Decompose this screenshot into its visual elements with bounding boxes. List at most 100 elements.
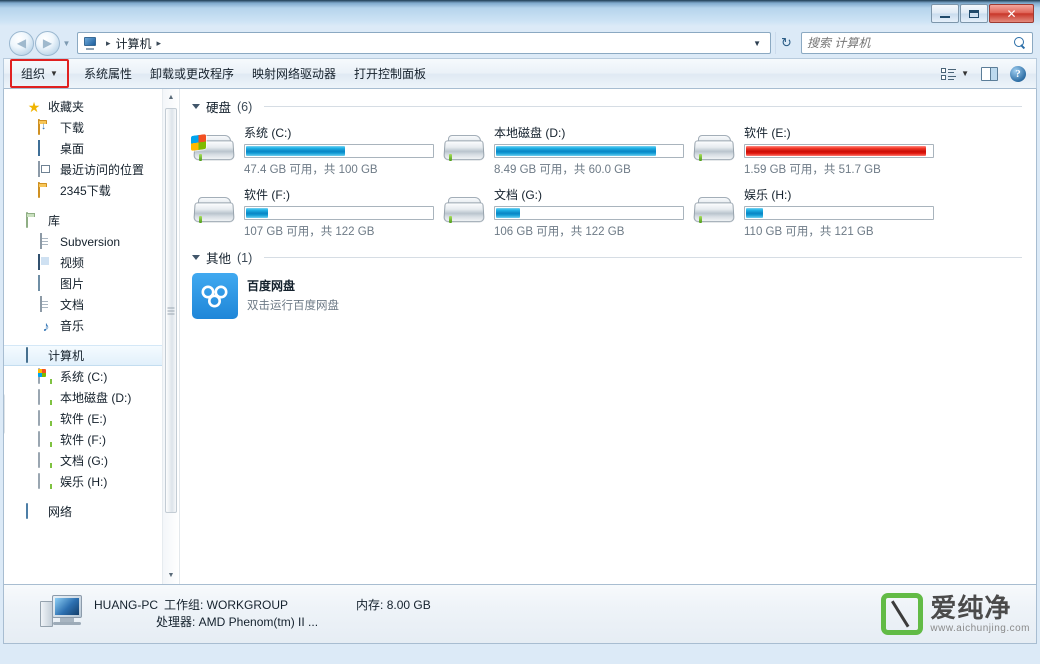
drive-usage-fill-g xyxy=(496,208,521,218)
pane-splitter-handle[interactable] xyxy=(4,394,5,434)
drive-item-f[interactable]: 软件 (F:) 107 GB 可用，共 122 GB xyxy=(190,184,440,238)
sidebar-label-drive-c: 系统 (C:) xyxy=(60,370,108,384)
sidebar-item-documents[interactable]: 文档 xyxy=(4,294,179,315)
sidebar-item-drive-f[interactable]: 软件 (F:) xyxy=(4,429,179,450)
sidebar-item-libraries[interactable]: 库 xyxy=(4,210,179,231)
sidebar-item-recent-places[interactable]: 最近访问的位置 xyxy=(4,159,179,180)
hdd-icon xyxy=(38,430,54,448)
sidebar-item-videos[interactable]: 视频 xyxy=(4,252,179,273)
drive-item-g[interactable]: 文档 (G:) 106 GB 可用，共 122 GB xyxy=(440,184,690,238)
command-toolbar: 组织 ▼ 系统属性 卸载或更改程序 映射网络驱动器 打开控制面板 ▼ ? xyxy=(3,58,1037,89)
baidu-netdisk-icon xyxy=(192,273,238,319)
sidebar-item-drive-h[interactable]: 娱乐 (H:) xyxy=(4,471,179,492)
scroll-down-arrow-icon[interactable]: ▼ xyxy=(163,567,179,584)
scroll-up-arrow-icon[interactable]: ▲ xyxy=(163,89,179,106)
hdd-icon xyxy=(38,388,54,406)
group-divider xyxy=(264,257,1022,258)
hdd-icon xyxy=(190,192,238,232)
sidebar-item-subversion[interactable]: Subversion xyxy=(4,231,179,252)
close-button[interactable]: ✕ xyxy=(989,4,1034,23)
computer-details-icon xyxy=(40,593,86,635)
hdd-icon xyxy=(38,472,54,490)
group-count-harddisks: (6) xyxy=(237,99,253,114)
search-input[interactable] xyxy=(807,36,1014,50)
organize-button[interactable]: 组织 ▼ xyxy=(12,61,67,86)
desktop-icon xyxy=(38,139,54,157)
sidebar-label-drive-f: 软件 (F:) xyxy=(60,433,106,447)
picture-icon xyxy=(38,274,54,292)
collapse-triangle-icon[interactable] xyxy=(192,104,200,109)
minimize-button[interactable] xyxy=(931,4,959,23)
drive-usage-fill-f xyxy=(246,208,269,218)
sidebar-label-drive-g: 文档 (G:) xyxy=(60,454,108,468)
show-preview-pane-button[interactable] xyxy=(975,64,1004,84)
breadcrumb-chevron-icon[interactable]: ▸ xyxy=(152,38,167,49)
sidebar-label-videos: 视频 xyxy=(60,256,85,270)
group-header-harddisks[interactable]: 硬盘 (6) xyxy=(190,97,1036,116)
refresh-button[interactable]: ↻ xyxy=(775,32,797,54)
address-bar-row: ◀ ▶ ▼ ▸ 计算机 ▸ ▼ ↻ xyxy=(3,28,1037,58)
address-history-dropdown-icon[interactable]: ▼ xyxy=(746,39,768,48)
drive-usage-fill-e xyxy=(746,146,927,156)
sidebar-item-network[interactable]: 网络 xyxy=(4,501,179,522)
group-count-other: (1) xyxy=(237,250,253,265)
sidebar-item-drive-g[interactable]: 文档 (G:) xyxy=(4,450,179,471)
sidebar-item-drive-d[interactable]: 本地磁盘 (D:) xyxy=(4,387,179,408)
sidebar-item-desktop[interactable]: 桌面 xyxy=(4,138,179,159)
back-button[interactable]: ◀ xyxy=(9,30,34,56)
open-control-panel-button[interactable]: 打开控制面板 xyxy=(345,61,435,86)
sidebar-item-downloads[interactable]: 下载 xyxy=(4,117,179,138)
sidebar-item-drive-c[interactable]: 系统 (C:) xyxy=(4,366,179,387)
network-icon xyxy=(26,502,42,520)
hdd-windows-icon xyxy=(38,367,54,385)
sidebar-label-drive-e: 软件 (E:) xyxy=(60,412,107,426)
sidebar-item-pictures[interactable]: 图片 xyxy=(4,273,179,294)
system-properties-button[interactable]: 系统属性 xyxy=(75,61,141,86)
drive-item-d[interactable]: 本地磁盘 (D:) 8.49 GB 可用，共 60.0 GB xyxy=(440,122,690,176)
drive-item-c[interactable]: 系统 (C:) 47.4 GB 可用，共 100 GB xyxy=(190,122,440,176)
recent-pages-dropdown-icon[interactable]: ▼ xyxy=(62,39,71,48)
sidebar-label-desktop: 桌面 xyxy=(60,142,85,156)
search-box[interactable] xyxy=(801,32,1033,54)
forward-button[interactable]: ▶ xyxy=(35,30,60,56)
document-icon xyxy=(38,295,54,313)
drive-name-f: 软件 (F:) xyxy=(244,188,290,202)
title-bar: ✕ xyxy=(3,3,1037,28)
sidebar-label-libraries: 库 xyxy=(48,214,61,228)
uninstall-change-program-button[interactable]: 卸载或更改程序 xyxy=(141,61,243,86)
drive-item-e[interactable]: 软件 (E:) 1.59 GB 可用，共 51.7 GB xyxy=(690,122,940,176)
sidebar-label-2345-download: 2345下载 xyxy=(60,184,111,198)
sidebar-label-favorites: 收藏夹 xyxy=(48,100,85,114)
hdd-icon xyxy=(440,192,488,232)
sidebar-label-computer: 计算机 xyxy=(48,349,85,363)
watermark: 爱纯净 www.aichunjing.com xyxy=(881,593,1030,635)
drive-item-h[interactable]: 娱乐 (H:) 110 GB 可用，共 121 GB xyxy=(690,184,940,238)
drive-usage-bar-g xyxy=(494,206,684,220)
collapse-triangle-icon[interactable] xyxy=(192,255,200,260)
explorer-window: ✕ ◀ ▶ ▼ ▸ 计算机 ▸ ▼ ↻ 组织 ▼ xyxy=(0,0,1040,664)
sidebar-item-music[interactable]: ♪ 音乐 xyxy=(4,315,179,336)
map-network-drive-button[interactable]: 映射网络驱动器 xyxy=(243,61,345,86)
hdd-icon xyxy=(38,409,54,427)
status-computer-name: HUANG-PC xyxy=(94,598,159,612)
sidebar-item-2345-download[interactable]: 2345下载 xyxy=(4,180,179,201)
help-button[interactable]: ? xyxy=(1004,63,1032,85)
navigation-pane: ★ 收藏夹 下载 桌面 最近访问的位置 xyxy=(4,89,180,584)
sidebar-item-favorites[interactable]: ★ 收藏夹 xyxy=(4,96,179,117)
folder-icon xyxy=(38,181,54,199)
address-bar[interactable]: ▸ 计算机 ▸ ▼ xyxy=(77,32,771,54)
drive-name-c: 系统 (C:) xyxy=(244,126,292,140)
breadcrumb-computer[interactable]: 计算机 xyxy=(116,35,152,52)
change-view-button[interactable]: ▼ xyxy=(935,64,975,84)
sidebar-item-computer[interactable]: 计算机 xyxy=(4,345,179,366)
drive-free-f: 107 GB 可用，共 122 GB xyxy=(244,226,375,238)
group-header-other[interactable]: 其他 (1) xyxy=(190,248,1036,267)
other-item-baidu-netdisk[interactable]: 百度网盘 双击运行百度网盘 xyxy=(190,273,1036,319)
star-icon: ★ xyxy=(27,98,41,115)
group-label-harddisks: 硬盘 xyxy=(206,101,232,115)
nav-group-computer: 计算机 系统 (C:) 本地磁盘 (D:) 软件 (E:) 软件 (F:) 文档… xyxy=(4,345,179,492)
sidebar-item-drive-e[interactable]: 软件 (E:) xyxy=(4,408,179,429)
sidebar-scrollbar[interactable]: ▲ ▼ xyxy=(162,89,179,584)
scrollbar-thumb[interactable] xyxy=(165,108,177,513)
maximize-button[interactable] xyxy=(960,4,988,23)
